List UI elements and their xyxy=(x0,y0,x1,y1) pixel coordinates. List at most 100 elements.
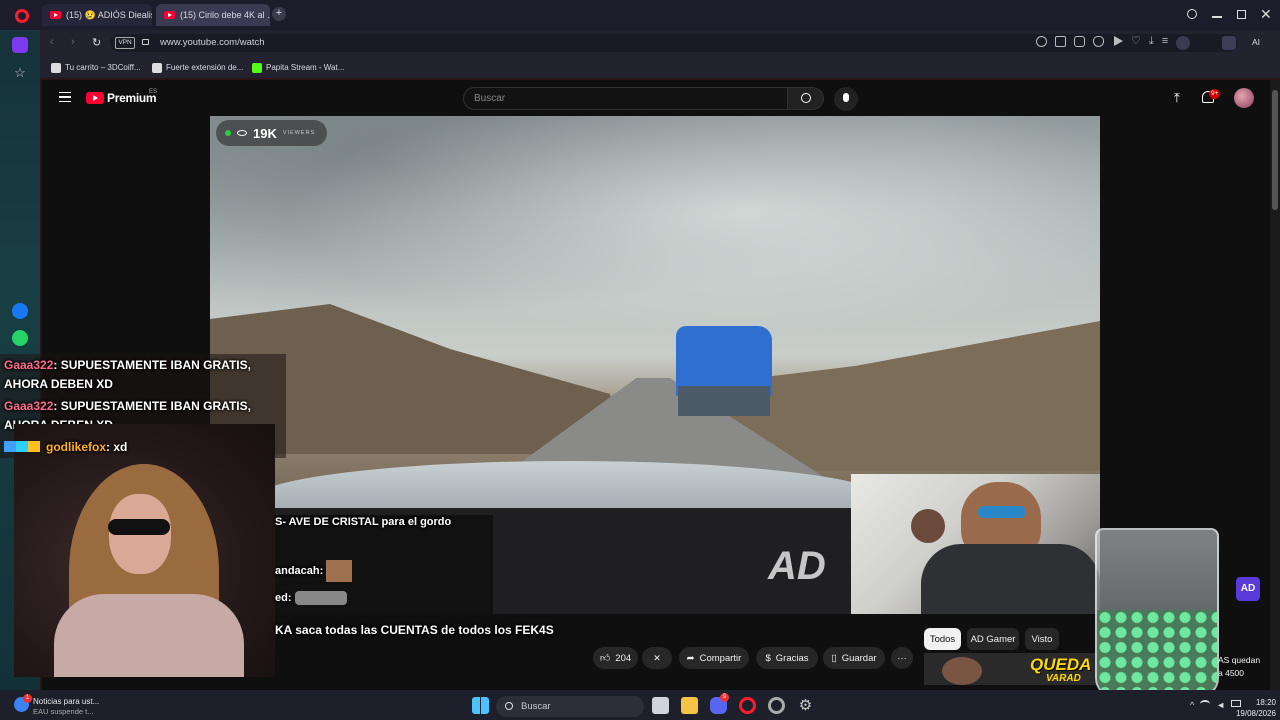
new-tab-button[interactable]: + xyxy=(272,7,286,21)
tab-diealis[interactable]: (15) 😢 ADIÓS Diealis ¡FE… xyxy=(42,4,152,26)
search-input[interactable]: Buscar xyxy=(463,87,788,110)
bookmark-extension[interactable]: Fuerte extensión de... xyxy=(152,61,243,74)
search-in-page-icon[interactable] xyxy=(1036,36,1047,47)
task-view-icon[interactable] xyxy=(652,697,669,714)
profile-icon[interactable] xyxy=(1176,36,1191,50)
chat-username: Gaaa322 xyxy=(4,358,54,372)
bookmark-favicon-icon xyxy=(152,62,162,73)
chat-username: godlikefox xyxy=(46,440,107,454)
lock-icon xyxy=(142,39,149,45)
search-icon xyxy=(801,93,811,103)
youtube-favicon-icon xyxy=(50,11,61,19)
back-icon[interactable]: ‹ xyxy=(50,36,54,48)
like-button[interactable]: 👍︎ 204 xyxy=(593,647,638,669)
extensions-icon[interactable] xyxy=(1222,36,1236,50)
dislike-button[interactable]: ✕ xyxy=(642,647,672,669)
streamer-webcam xyxy=(14,424,275,677)
voice-search-button[interactable] xyxy=(834,87,858,111)
thanks-button[interactable]: $ Gracias xyxy=(756,647,818,669)
search-placeholder: Buscar xyxy=(474,93,506,104)
star-icon[interactable]: ☆ xyxy=(12,65,28,81)
clock-time: 18:20 xyxy=(1255,698,1276,707)
chat-text-continued: AHORA DEBEN XD xyxy=(4,377,113,391)
chip-todos[interactable]: Todos xyxy=(924,628,961,650)
opera-logo-icon[interactable] xyxy=(15,9,29,23)
jacket xyxy=(921,544,1100,614)
hamburger-menu-icon[interactable] xyxy=(59,92,71,102)
discord-badge: 9 xyxy=(720,693,729,702)
search-button[interactable] xyxy=(787,87,824,110)
clock[interactable]: 18:20 19/08/2026 xyxy=(1226,697,1276,719)
shield-icon[interactable] xyxy=(1093,36,1104,47)
related-video-thumbnail[interactable]: QUEDA VARAD xyxy=(924,653,1100,685)
region-label: ES xyxy=(149,89,158,95)
eye-icon xyxy=(237,130,247,136)
streamer-sunglasses xyxy=(108,519,170,535)
share-icon: ➦ xyxy=(686,652,695,664)
related-video-title[interactable]: AS quedan a 4500 xyxy=(1218,654,1260,680)
menu-icon[interactable]: ≡ xyxy=(1162,36,1168,50)
close-icon[interactable]: ✕ xyxy=(1260,6,1272,23)
heart-icon[interactable]: ♡ xyxy=(1131,36,1141,50)
opera-gx-icon[interactable] xyxy=(768,697,785,714)
bookmark-papita[interactable]: Papita Stream - Wat... xyxy=(252,61,344,74)
page-scrollbar[interactable] xyxy=(1270,80,1280,690)
bookmark-3dcoiff[interactable]: Tu carrito – 3DCoiff... xyxy=(51,61,141,74)
messenger-icon[interactable] xyxy=(12,303,28,319)
channel-badge-icon[interactable]: AD xyxy=(1236,577,1260,601)
tab-search-icon[interactable] xyxy=(1187,9,1197,19)
save-button[interactable]: ▯ Guardar xyxy=(823,647,885,669)
ai-button[interactable]: AI xyxy=(1252,35,1260,50)
camera-icon[interactable] xyxy=(1074,36,1085,47)
reload-icon[interactable]: ↻ xyxy=(92,36,101,49)
vpn-badge[interactable]: VPN xyxy=(115,37,135,49)
account-avatar[interactable] xyxy=(1234,88,1254,108)
play-icon[interactable] xyxy=(1114,36,1123,46)
tab-cirilo[interactable]: (15) Cirilo debe 4K al … xyxy=(156,4,270,26)
clock-date: 19/08/2026 xyxy=(1235,709,1276,718)
forward-icon[interactable]: › xyxy=(71,36,75,48)
news-widget[interactable]: 1 Noticias para ust... EAU suspende t... xyxy=(14,694,124,718)
tab-label: (15) 😢 ADIÓS Diealis ¡FE… xyxy=(66,9,152,20)
taskbar-search-input[interactable]: Buscar xyxy=(496,696,644,717)
chip-ad-gamer[interactable]: AD Gamer xyxy=(967,628,1019,650)
kick-favicon-icon xyxy=(252,62,262,73)
glass-jar-overlay xyxy=(1095,528,1219,698)
more-actions-button[interactable]: ··· xyxy=(891,647,913,669)
viewers-label: VIEWERS xyxy=(282,130,316,136)
streamer-shirt xyxy=(54,594,244,677)
save-label: Guardar xyxy=(841,652,877,664)
chat-line-bottom: ed: xyxy=(275,589,347,608)
thumbnail-text: QUEDA xyxy=(1030,655,1092,674)
settings-gear-icon[interactable]: ⚙ xyxy=(797,697,814,714)
file-explorer-icon[interactable] xyxy=(681,697,698,714)
chip-visto[interactable]: Visto xyxy=(1025,628,1059,650)
chat-message: Gaaa322: SUPUESTAMENTE IBAN GRATIS, xyxy=(4,397,286,416)
ad-watermark: AD xyxy=(768,544,826,588)
ai-label: AI xyxy=(1252,37,1261,47)
chat-badges-icon xyxy=(4,441,40,452)
home-icon[interactable] xyxy=(12,37,28,53)
youtube-favicon-icon xyxy=(164,11,175,19)
minimize-icon[interactable] xyxy=(1212,16,1222,18)
microphone-icon xyxy=(843,93,849,102)
emote-icon xyxy=(294,591,347,606)
bookmark-favicon-icon xyxy=(51,62,61,73)
windows-start-icon[interactable] xyxy=(472,697,489,714)
thanks-icon: $ xyxy=(765,652,771,664)
edit-icon[interactable] xyxy=(1055,36,1066,47)
upload-icon[interactable]: ⤒ xyxy=(1174,90,1180,106)
emote-icon xyxy=(326,560,353,582)
whatsapp-icon[interactable] xyxy=(12,330,28,346)
youtube-logo-icon xyxy=(86,92,104,104)
news-badge: 1 xyxy=(23,694,32,703)
news-title: Noticias para ust... xyxy=(33,697,100,706)
chat-message: godlikefox: xd xyxy=(4,438,127,457)
bookmark-label: Tu carrito – 3DCoiff... xyxy=(65,63,141,72)
maximize-icon[interactable] xyxy=(1237,10,1246,19)
download-icon[interactable]: ⤓ xyxy=(1149,36,1154,50)
share-button[interactable]: ➦ Compartir xyxy=(679,647,749,669)
related-title-line: a 4500 xyxy=(1218,668,1244,678)
youtube-logo[interactable]: Premium xyxy=(86,91,157,105)
opera-taskbar-icon[interactable] xyxy=(739,697,756,714)
